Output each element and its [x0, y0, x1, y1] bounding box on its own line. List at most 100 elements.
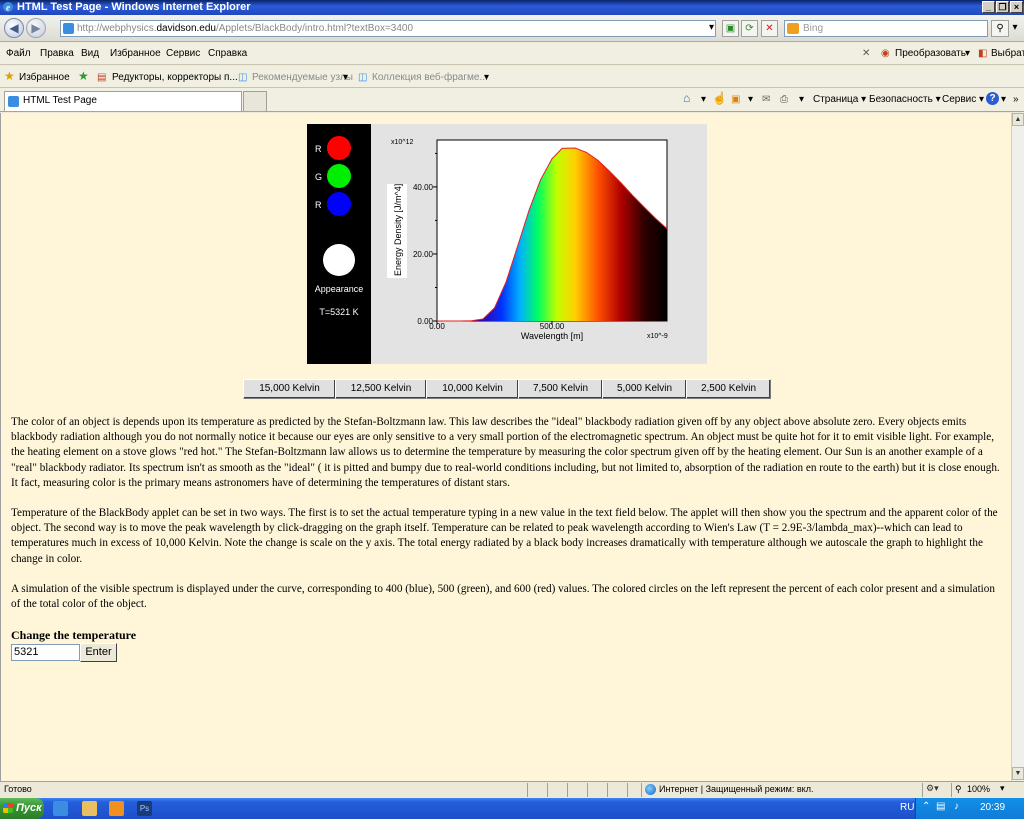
menu-help[interactable]: Справка	[208, 48, 247, 59]
scroll-down-button[interactable]: ▼	[1012, 767, 1024, 780]
window-title: HTML Test Page - Windows Internet Explor…	[17, 1, 251, 13]
spectrum-chart[interactable]: 0.00 20.00 40.00 0.00 500.00 Energy Density…	[377, 124, 707, 364]
zoom-dropdown-icon[interactable]: ▾	[1000, 783, 1005, 794]
page-content: R G R Appearance T=5321 K 0.00 20.00 40.…	[0, 113, 1011, 781]
web-slice-dropdown-icon[interactable]: ▾	[484, 72, 489, 83]
button-2500-kelvin[interactable]: 2,500 Kelvin	[686, 379, 771, 399]
home-dropdown-icon[interactable]: ▾	[701, 94, 706, 105]
select-button[interactable]: Выбрать	[991, 48, 1024, 59]
x-ticks: 0.00 500.00	[429, 321, 565, 331]
zoom-level[interactable]: 100%	[967, 784, 990, 794]
safety-menu[interactable]: Безопасность ▾	[869, 94, 941, 105]
photoshop-quicklaunch-icon[interactable]: Ps	[137, 801, 152, 816]
print-icon[interactable]: ⎙	[780, 94, 788, 105]
ie-logo-icon: e	[3, 2, 13, 13]
add-favorite-icon[interactable]: ★	[78, 69, 89, 83]
search-options-button[interactable]: ▾	[1009, 20, 1021, 37]
forward-arrow-icon: ▶	[31, 21, 41, 35]
menu-edit[interactable]: Правка	[40, 48, 74, 59]
menu-favorites[interactable]: Избранное	[110, 48, 161, 59]
security-zone[interactable]: Интернет | Защищенный режим: вкл.	[659, 784, 813, 794]
back-button[interactable]: ◀	[4, 18, 24, 38]
web-slice-icon: ◫	[358, 72, 368, 83]
help-icon[interactable]: ?	[986, 92, 999, 105]
mail-icon[interactable]: ✉	[762, 94, 770, 105]
vertical-scrollbar[interactable]: ▲ ▼	[1011, 113, 1024, 781]
taskbar: Пуск Ps RU ⌃ ▤ ♪ 20:39	[0, 798, 1024, 819]
suggested-dropdown-icon[interactable]: ▾	[343, 72, 348, 83]
page-menu[interactable]: Страница ▾	[813, 94, 866, 105]
temperature-input[interactable]: 5321	[11, 644, 80, 661]
address-input[interactable]: http://webphysics.davidson.edu/Applets/B…	[60, 20, 716, 37]
tab-page-icon	[8, 96, 19, 107]
tray-arrow-icon[interactable]: ⌃	[922, 801, 930, 812]
safety-menu-label: Безопасность	[869, 94, 933, 105]
paragraph-spectrum-simulation: A simulation of the visible spectrum is …	[11, 583, 995, 611]
close-bar-icon[interactable]: ✕	[862, 48, 870, 59]
select-icon: ◧	[978, 48, 988, 59]
button-12500-kelvin[interactable]: 12,500 Kelvin	[335, 379, 427, 399]
menu-file[interactable]: Файл	[6, 48, 31, 59]
suggested-sites-icon: ◫	[238, 72, 248, 83]
tab-html-test-page[interactable]: HTML Test Page	[4, 91, 242, 111]
refresh-button[interactable]: ⟳	[741, 20, 758, 37]
menu-tools[interactable]: Сервис	[166, 48, 200, 59]
page-menu-label: Страница	[813, 94, 859, 105]
x-axis-label: Wavelength [m]	[521, 331, 583, 341]
rss-dropdown-icon[interactable]: ▾	[748, 94, 753, 105]
folder-quicklaunch-icon[interactable]	[82, 801, 97, 816]
forward-button[interactable]: ▶	[26, 18, 46, 38]
button-15000-kelvin[interactable]: 15,000 Kelvin	[243, 379, 336, 399]
blackbody-applet[interactable]: R G R Appearance T=5321 K 0.00 20.00 40.…	[307, 124, 707, 364]
popup-blocker-icon[interactable]: ⚙▾	[926, 783, 939, 794]
home-icon[interactable]: ⌂	[683, 91, 690, 105]
enter-button[interactable]: Enter	[80, 643, 117, 662]
favorite-web-slice-gallery[interactable]: Коллекция веб-фрагме...	[372, 72, 488, 83]
ie-quicklaunch-icon[interactable]	[53, 801, 68, 816]
tools-menu[interactable]: Сервис ▾	[942, 94, 984, 105]
rss-icon[interactable]: ▣	[731, 94, 740, 105]
clock[interactable]: 20:39	[980, 802, 1005, 813]
stop-icon: ✕	[765, 23, 774, 34]
button-7500-kelvin[interactable]: 7,500 Kelvin	[518, 379, 603, 399]
y-ticks: 0.0020.0040.00	[413, 152, 437, 326]
url-host: davidson.edu	[156, 23, 216, 34]
refresh-icon: ⟳	[745, 23, 754, 34]
address-dropdown-button[interactable]: ▾	[703, 20, 720, 37]
volume-icon[interactable]: ♪	[954, 801, 959, 812]
favorite-suggested-sites[interactable]: Рекомендуемые узлы	[252, 72, 353, 83]
scroll-up-button[interactable]: ▲	[1012, 113, 1024, 126]
close-button[interactable]: ×	[1010, 1, 1023, 13]
network-icon[interactable]: ▤	[936, 801, 945, 812]
favorites-bar: ★ Избранное ★ ▤ Редукторы, корректоры п.…	[0, 66, 1024, 88]
search-button[interactable]: ⚲	[991, 20, 1009, 37]
convert-button[interactable]: Преобразовать	[895, 48, 966, 59]
favorite-link-gears[interactable]: Редукторы, корректоры п...	[112, 72, 238, 83]
start-button[interactable]: Пуск	[0, 798, 44, 819]
convert-icon: ◉	[881, 48, 890, 59]
compat-icon: ▣	[725, 23, 736, 34]
new-tab-button[interactable]	[243, 91, 267, 111]
favorites-button[interactable]: Избранное	[19, 72, 70, 83]
favorites-star-icon: ★	[4, 69, 15, 83]
button-5000-kelvin[interactable]: 5,000 Kelvin	[602, 379, 687, 399]
search-input[interactable]: Bing	[784, 20, 988, 37]
minimize-button[interactable]: _	[982, 1, 995, 13]
help-dropdown-icon[interactable]: ▾	[1001, 94, 1006, 105]
toolbar-overflow-icon[interactable]: »	[1013, 94, 1019, 105]
print-dropdown-icon[interactable]: ▾	[799, 94, 804, 105]
temperature-button-row: 15,000 Kelvin 12,500 Kelvin 10,000 Kelvi…	[243, 379, 771, 399]
stop-button[interactable]: ✕	[761, 20, 778, 37]
color-panel: R G R Appearance T=5321 K	[307, 124, 371, 364]
temperature-readout: T=5321 K	[319, 307, 359, 317]
language-indicator[interactable]: RU	[900, 802, 914, 813]
paragraph-applet-usage: Temperature of the BlackBody applet can …	[11, 507, 998, 565]
button-10000-kelvin[interactable]: 10,000 Kelvin	[426, 379, 519, 399]
media-quicklaunch-icon[interactable]	[109, 801, 124, 816]
convert-dropdown-icon[interactable]: ▾	[965, 48, 970, 59]
restore-button[interactable]: ❐	[996, 1, 1009, 13]
feeds-hand-icon[interactable]: ☝	[712, 91, 727, 105]
compatibility-button[interactable]: ▣	[722, 20, 739, 37]
menu-view[interactable]: Вид	[81, 48, 99, 59]
back-arrow-icon: ◀	[9, 21, 19, 35]
